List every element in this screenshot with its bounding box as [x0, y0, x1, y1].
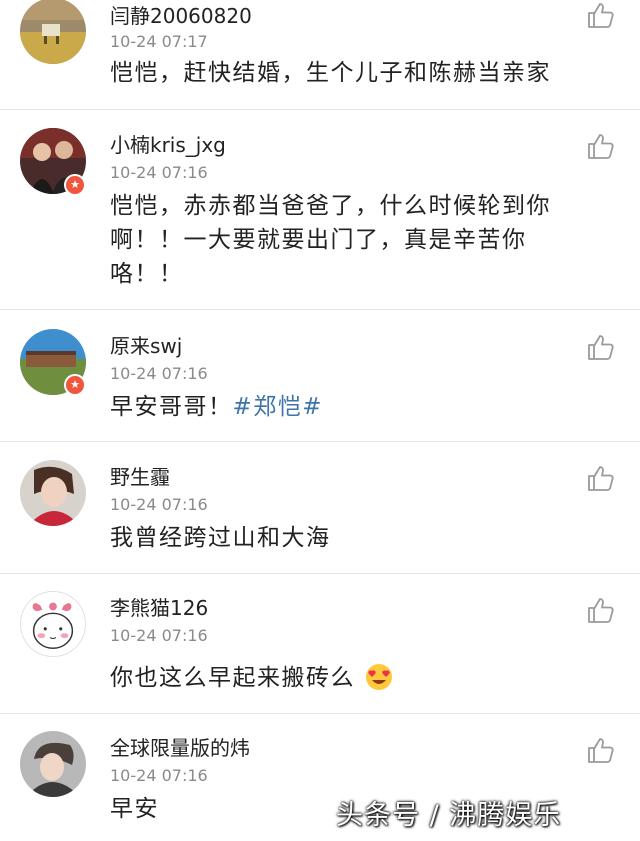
username[interactable]: 闫静20060820	[110, 0, 252, 29]
watermark: 头条号 / 沸腾娱乐	[336, 800, 562, 831]
avatar[interactable]	[20, 591, 86, 657]
username[interactable]: 原来swj	[110, 330, 182, 359]
verified-badge: ★	[64, 174, 86, 196]
thumbs-up-icon[interactable]	[585, 463, 615, 493]
thumbs-up-icon[interactable]	[585, 131, 615, 161]
timestamp: 10-24 07:16	[110, 364, 208, 383]
comment-text-line: 啊！！一大要就要出门了，真是辛苦你	[110, 227, 527, 253]
comment-item: ★ 原来swj 10-24 07:16 早安哥哥！#郑恺#	[0, 310, 640, 442]
thumbs-up-icon[interactable]	[585, 0, 615, 30]
thumbs-up-icon[interactable]	[585, 332, 615, 362]
comment-text-line: 恺恺，赤赤都当爸爸了，什么时候轮到你	[110, 193, 551, 219]
avatar[interactable]	[20, 731, 86, 797]
verified-badge: ★	[64, 374, 86, 396]
comment-text: 恺恺，赶快结婚，生个儿子和陈赫当亲家	[110, 60, 551, 86]
comment-text: 你也这么早起来搬砖么	[110, 661, 600, 695]
heart-eyes-emoji-icon	[365, 663, 392, 690]
avatar[interactable]	[20, 460, 86, 526]
timestamp: 10-24 07:17	[110, 32, 208, 51]
timestamp: 10-24 07:16	[110, 163, 208, 182]
username[interactable]: 小楠kris_jxg	[110, 129, 226, 158]
hashtag-link[interactable]: #郑恺#	[233, 394, 324, 420]
comment-item: 李熊猫126 10-24 07:16 你也这么早起来搬砖么	[0, 574, 640, 714]
timestamp: 10-24 07:16	[110, 766, 208, 785]
username[interactable]: 野生霾	[110, 461, 170, 490]
timestamp: 10-24 07:16	[110, 626, 208, 645]
thumbs-up-icon[interactable]	[585, 595, 615, 625]
comment-text-line: 咯！！	[110, 261, 184, 287]
avatar[interactable]	[20, 0, 86, 64]
username[interactable]: 李熊猫126	[110, 592, 208, 621]
comment-item: 闫静20060820 10-24 07:17 恺恺，赶快结婚，生个儿子和陈赫当亲…	[0, 0, 640, 110]
comment-item: ★ 小楠kris_jxg 10-24 07:16 恺恺，赤赤都当爸爸了，什么时候…	[0, 110, 640, 310]
comment-text-body: 早安哥哥！	[110, 394, 233, 420]
comment-text: 我曾经跨过山和大海	[110, 525, 331, 551]
comment-text: 恺恺，赤赤都当爸爸了，什么时候轮到你 啊！！一大要就要出门了，真是辛苦你 咯！！	[110, 189, 600, 291]
comment-text-body: 你也这么早起来搬砖么	[110, 665, 355, 691]
comment-text: 早安哥哥！#郑恺#	[110, 390, 600, 424]
comment-item: 野生霾 10-24 07:16 我曾经跨过山和大海	[0, 442, 640, 574]
thumbs-up-icon[interactable]	[585, 735, 615, 765]
username[interactable]: 全球限量版的炜	[110, 732, 250, 761]
timestamp: 10-24 07:16	[110, 495, 208, 514]
